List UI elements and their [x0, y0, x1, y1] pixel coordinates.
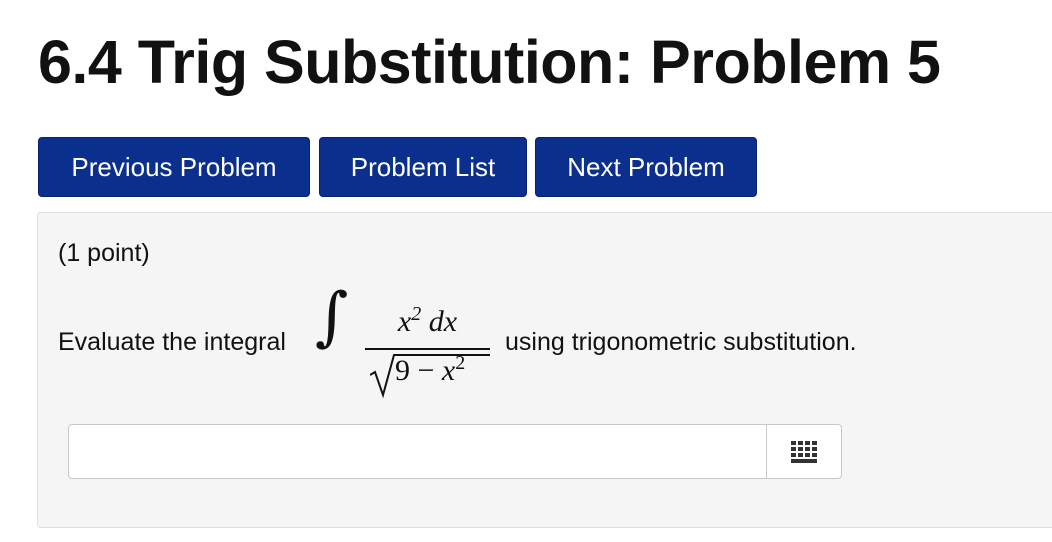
problem-panel: (1 point) Evaluate the integral ∫ x2 dx …: [37, 212, 1052, 528]
next-problem-button[interactable]: Next Problem: [535, 137, 757, 197]
problem-points: (1 point): [58, 239, 150, 267]
fraction-bar: [365, 348, 490, 350]
page-title: 6.4 Trig Substitution: Problem 5: [38, 28, 941, 96]
integral-denominator: 9 − x2: [395, 352, 466, 387]
problem-prompt-after: using trigonometric substitution.: [505, 328, 857, 356]
problem-prompt-before: Evaluate the integral: [58, 328, 286, 356]
problem-list-button[interactable]: Problem List: [319, 137, 527, 197]
integral-expression: ∫ x2 dx 9 − x2: [315, 285, 495, 406]
equation-editor-button[interactable]: [766, 424, 842, 479]
equation-grid-icon: [791, 441, 817, 463]
integral-sign: ∫: [315, 280, 349, 354]
answer-input[interactable]: [68, 424, 767, 479]
integral-numerator: x2 dx: [397, 303, 458, 338]
previous-problem-button[interactable]: Previous Problem: [38, 137, 310, 197]
